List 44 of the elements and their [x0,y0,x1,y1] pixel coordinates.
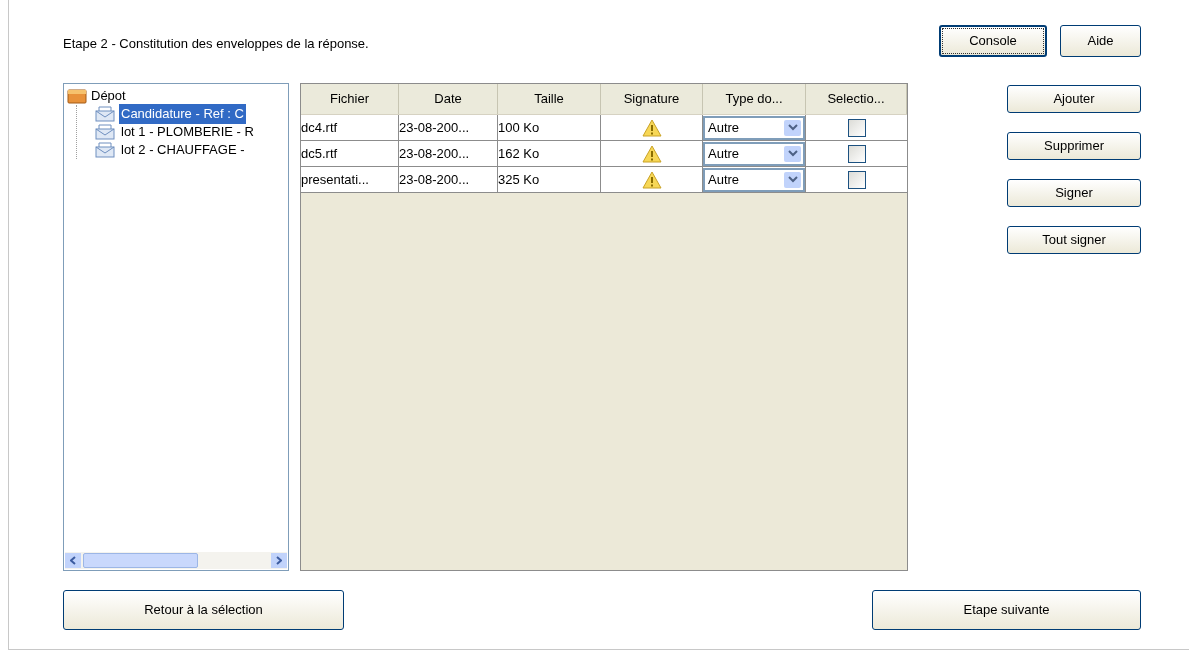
tree-item[interactable]: Dépot [91,86,126,106]
column-header[interactable]: Date [399,84,498,114]
chevron-right-icon [276,556,282,565]
column-header[interactable]: Signature [601,84,703,114]
column-header[interactable]: Selectio... [806,84,907,114]
column-header[interactable]: Type do... [703,84,806,114]
folder-icon [67,88,87,104]
action-button[interactable]: Supprimer [1007,132,1141,160]
toolbar-button[interactable]: Console [939,25,1047,57]
checkbox[interactable] [847,144,866,163]
table-cell: dc5.rtf [301,141,399,166]
table-cell: presentati... [301,167,399,192]
toolbar-button[interactable]: Aide [1060,25,1141,57]
table-cell: dc4.rtf [301,115,399,140]
back-button[interactable]: Retour à la sélection [63,590,344,630]
tree-item[interactable]: lot 2 - CHAUFFAGE - [119,140,247,160]
table-cell: 100 Ko [498,115,601,140]
tree-item[interactable]: Candidature - Ref : C [119,104,246,124]
action-button[interactable]: Signer [1007,179,1141,207]
column-header[interactable]: Taille [498,84,601,114]
table-cell: 162 Ko [498,141,601,166]
tree-item[interactable]: lot 1 - PLOMBERIE - R [119,122,256,142]
chevron-down-icon [787,176,798,183]
table-cell: 23-08-200... [399,141,498,166]
action-button[interactable]: Tout signer [1007,226,1141,254]
chevron-down-icon [787,124,798,131]
checkbox[interactable] [847,118,866,137]
table-cell: 23-08-200... [399,167,498,192]
table-cell: 325 Ko [498,167,601,192]
next-button[interactable]: Etape suivante [872,590,1141,630]
checkbox[interactable] [847,170,866,189]
type-dropdown[interactable]: Autre [703,115,805,140]
envelope-icon [95,106,115,122]
horizontal-scrollbar[interactable] [65,552,287,569]
chevron-down-icon [787,150,798,157]
table-cell: 23-08-200... [399,115,498,140]
type-dropdown[interactable]: Autre [703,167,805,192]
type-dropdown[interactable]: Autre [703,141,805,166]
action-button[interactable]: Ajouter [1007,85,1141,113]
chevron-left-icon [70,556,76,565]
envelope-icon [95,124,115,140]
column-header[interactable]: Fichier [301,84,399,114]
envelope-icon [95,142,115,158]
step-title: Etape 2 - Constitution des enveloppes de la réponse. [63,35,369,53]
